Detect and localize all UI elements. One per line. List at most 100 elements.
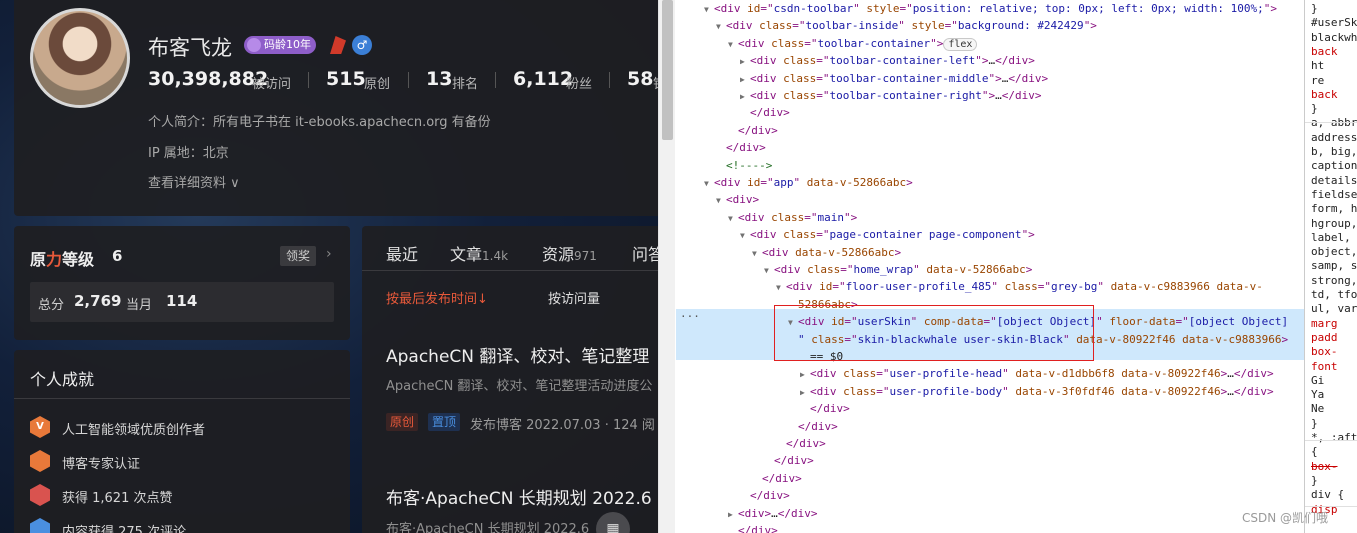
style-rule-line[interactable]: Gi [1311, 374, 1324, 388]
qr-code-icon[interactable]: ▦ [596, 512, 630, 533]
tab-articles[interactable]: 文章1.4k [450, 241, 508, 265]
dom-node-line[interactable]: </div> [776, 435, 826, 452]
style-rule-line[interactable]: } [1311, 417, 1318, 431]
dom-node-line[interactable]: ▼ <div id="app" data-v-52866abc> [704, 174, 913, 191]
expand-triangle-icon[interactable]: ▶ [740, 53, 750, 70]
page-scrollbar[interactable] [658, 0, 675, 533]
dom-node-line[interactable]: </div> [752, 470, 802, 487]
stat-rank-number[interactable]: 13 [426, 68, 452, 90]
style-rule-line[interactable]: } [1311, 474, 1318, 488]
style-rule-line[interactable]: marg [1311, 317, 1338, 331]
dom-node-line[interactable]: </div> [728, 122, 778, 139]
chevron-right-icon[interactable]: › [326, 246, 332, 262]
collapse-triangle-icon[interactable]: ▼ [740, 227, 750, 244]
dom-node-line[interactable]: ▼ <div data-v-52866abc> [752, 244, 901, 261]
style-rule-line[interactable]: box- [1311, 460, 1338, 474]
style-rule-line[interactable]: strong, [1311, 274, 1357, 288]
style-rule-line[interactable]: re [1311, 74, 1324, 88]
dom-node-line[interactable]: ▼ <div class="main"> [728, 209, 857, 226]
style-rule-line[interactable]: ht [1311, 59, 1324, 73]
dom-node-line[interactable]: ▼ <div> [716, 191, 759, 208]
style-rule-line[interactable]: Ne [1311, 402, 1324, 416]
collapse-triangle-icon[interactable]: ▼ [716, 192, 726, 209]
expand-triangle-icon[interactable]: ▶ [740, 71, 750, 88]
dom-node-line[interactable]: </div> [740, 487, 790, 504]
tab-qa[interactable]: 问答 [632, 241, 658, 265]
sort-by-time[interactable]: 按最后发布时间↓ [386, 288, 488, 307]
style-rule-line[interactable]: b, big, [1311, 145, 1357, 159]
style-rule-line[interactable]: blackwh [1311, 31, 1357, 45]
style-rule-line[interactable]: } [1311, 102, 1318, 116]
reward-button[interactable]: 领奖 [280, 246, 317, 266]
style-rule-line[interactable]: div { [1311, 488, 1344, 502]
scrollbar-thumb[interactable] [662, 0, 673, 140]
style-rule-line[interactable]: Ya [1311, 388, 1324, 402]
collapse-triangle-icon[interactable]: ▼ [728, 210, 738, 227]
article-title[interactable]: 布客·ApacheCN 长期规划 2022.6 [386, 484, 652, 509]
dom-node-line[interactable]: ▶ <div class="user-profile-head" data-v-d… [800, 365, 1274, 382]
collapse-triangle-icon[interactable]: ▼ [716, 18, 726, 35]
style-rule-line[interactable]: hgroup, [1311, 217, 1357, 231]
expand-triangle-icon[interactable]: ▶ [800, 366, 810, 383]
dom-node-line[interactable]: ▼ <div class="toolbar-inside" style="back… [716, 17, 1097, 34]
dom-node-line[interactable]: </div> [764, 452, 814, 469]
dom-node-line[interactable]: </div> [728, 522, 778, 533]
dom-node-line[interactable]: ▼ <div id="csdn-toolbar" style="position:… [704, 0, 1277, 17]
expand-triangle-icon[interactable]: ▶ [740, 88, 750, 105]
style-rule-line[interactable]: samp, s [1311, 259, 1357, 273]
style-rule-line[interactable]: back [1311, 45, 1338, 59]
stat-views-number: 30,398,882 [148, 68, 269, 90]
dom-node-line[interactable]: </div> [716, 139, 766, 156]
style-rule-line[interactable]: #userSk [1311, 16, 1357, 30]
collapse-triangle-icon[interactable]: ▼ [704, 1, 714, 18]
style-rule-line[interactable]: font [1311, 360, 1338, 374]
style-rule-line[interactable]: label, [1311, 231, 1351, 245]
stat-iron-number[interactable]: 58 [627, 68, 653, 90]
style-rule-line[interactable]: form, h [1311, 202, 1357, 216]
dom-node-line[interactable]: ▼ <div class="home_wrap" data-v-52866abc> [764, 261, 1032, 278]
avatar[interactable] [30, 8, 130, 108]
username[interactable]: 布客飞龙 [148, 32, 232, 62]
stat-fans-number[interactable]: 6,112 [513, 68, 573, 90]
style-rule-line[interactable]: *, :aft [1311, 431, 1357, 445]
style-rule-line[interactable]: } [1311, 2, 1318, 16]
expand-triangle-icon[interactable]: ▶ [728, 506, 738, 523]
stat-original-number[interactable]: 515 [326, 68, 366, 90]
style-rule-line[interactable]: { [1311, 445, 1318, 459]
more-options-icon[interactable]: ··· [680, 310, 700, 323]
dom-node-line[interactable]: </div> [788, 418, 838, 435]
tab-recent[interactable]: 最近 [386, 241, 418, 265]
collapse-triangle-icon[interactable]: ▼ [752, 245, 762, 262]
dom-node-line[interactable]: ▶ <div class="toolbar-container-right">…<… [740, 87, 1041, 104]
style-rule-line[interactable]: details [1311, 174, 1357, 188]
dom-node-line[interactable]: </div> [800, 400, 850, 417]
style-rule-line[interactable]: ul, var [1311, 302, 1357, 316]
dom-node-line[interactable]: ▶ <div>…</div> [728, 505, 818, 522]
expand-triangle-icon[interactable]: ▶ [800, 384, 810, 401]
style-rule-line[interactable]: td, tfo [1311, 288, 1357, 302]
dom-node-line[interactable]: ▶ <div class="toolbar-container-left">…</… [740, 52, 1035, 69]
dom-node-line[interactable]: <!----> [716, 157, 772, 174]
dom-node-line[interactable]: </div> [740, 104, 790, 121]
collapse-triangle-icon[interactable]: ▼ [728, 36, 738, 53]
style-rule-line[interactable]: box- [1311, 345, 1338, 359]
dom-node-line[interactable]: ▼ <div class="toolbar-container"> flex [728, 35, 978, 53]
style-rule-line[interactable]: back [1311, 88, 1338, 102]
article-title[interactable]: ApacheCN 翻译、校对、笔记整理 [386, 342, 649, 367]
view-details-link[interactable]: 查看详细资料 ∨ [148, 172, 240, 191]
style-rule-line[interactable]: address [1311, 131, 1357, 145]
style-rule-line[interactable]: fieldse [1311, 188, 1357, 202]
sort-by-views[interactable]: 按访问量 [548, 288, 600, 307]
style-rule-line[interactable]: a, abbr [1311, 116, 1357, 130]
collapse-triangle-icon[interactable]: ▼ [764, 262, 774, 279]
style-rule-line[interactable]: padd [1311, 331, 1338, 345]
dom-node-line[interactable]: ▼ <div id="floor-user-profile_485" class=… [776, 278, 1263, 295]
tab-resources[interactable]: 资源971 [542, 241, 597, 265]
dom-node-line[interactable]: ▼ <div class="page-container page-compone… [740, 226, 1035, 243]
collapse-triangle-icon[interactable]: ▼ [704, 175, 714, 192]
dom-node-line[interactable]: ▶ <div class="toolbar-container-middle">…… [740, 70, 1048, 87]
collapse-triangle-icon[interactable]: ▼ [776, 279, 786, 296]
style-rule-line[interactable]: object, [1311, 245, 1357, 259]
style-rule-line[interactable]: caption [1311, 159, 1357, 173]
dom-node-line[interactable]: ▶ <div class="user-profile-body" data-v-3… [800, 383, 1274, 400]
